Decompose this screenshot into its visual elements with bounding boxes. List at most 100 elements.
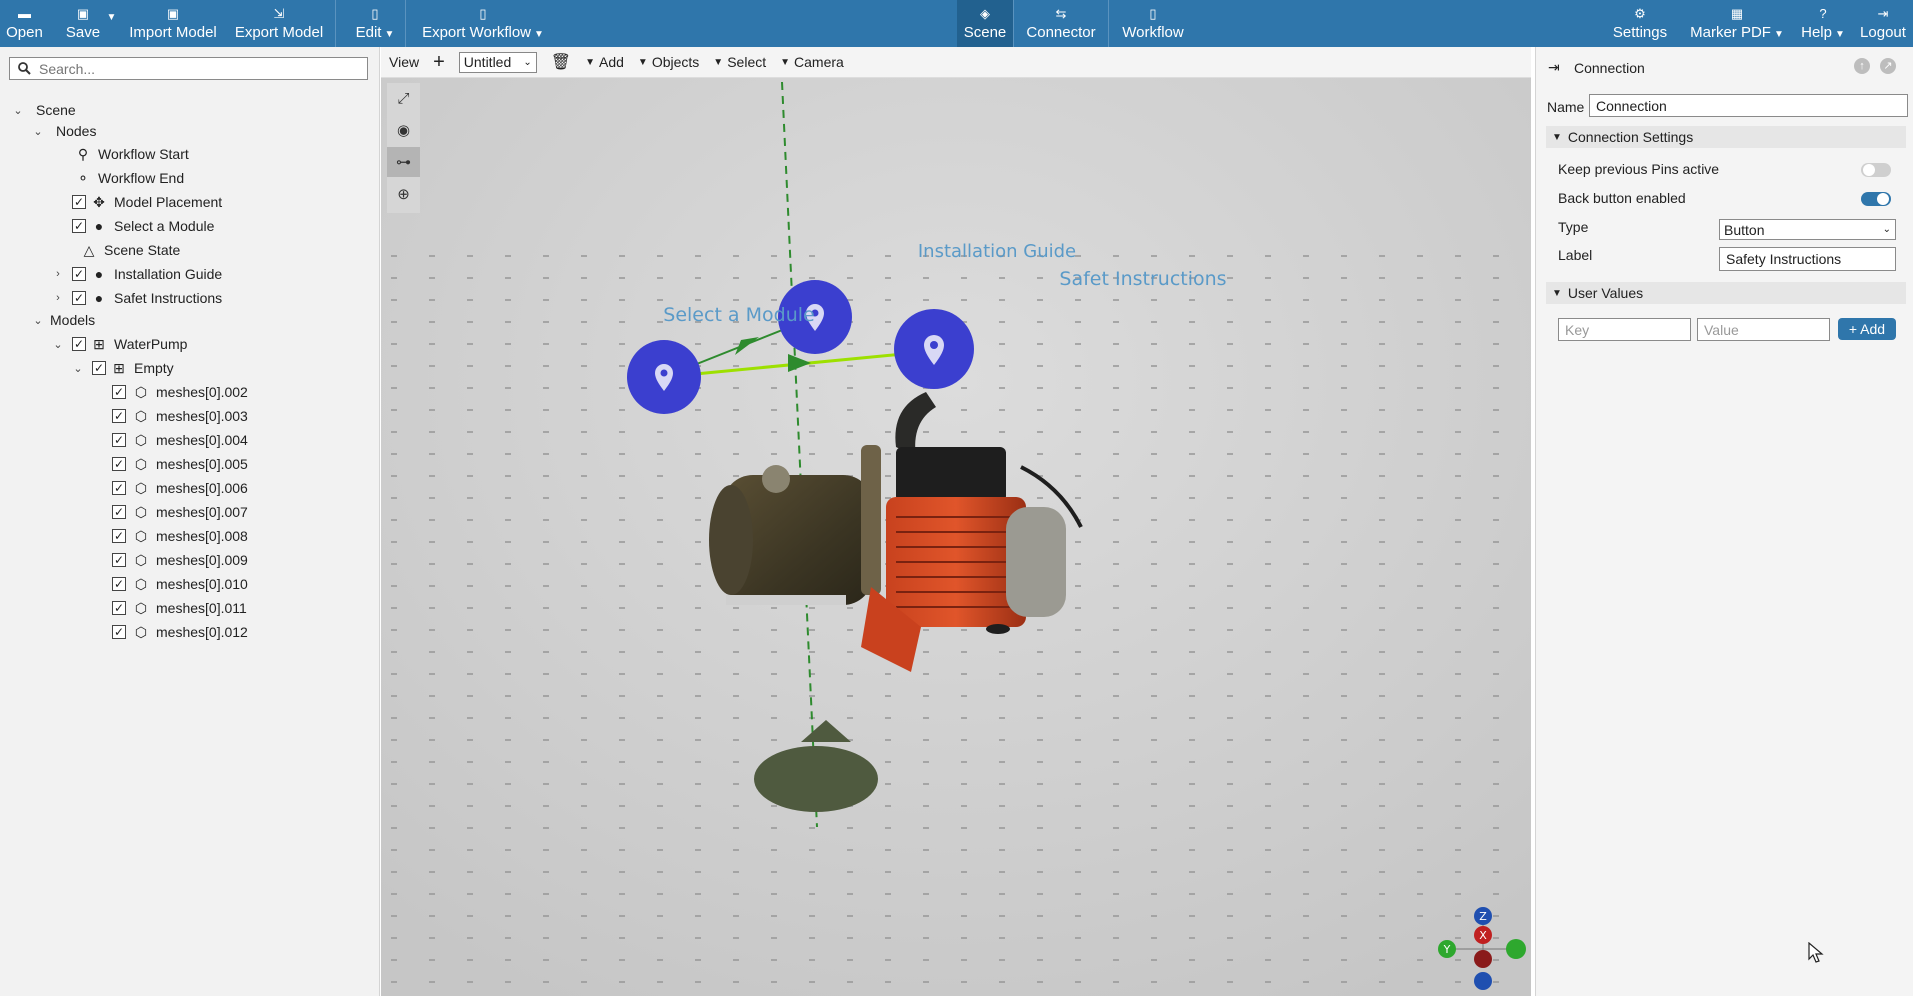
tree-item-mesh[interactable]: ✓ ⬡ meshes[0].011 bbox=[112, 597, 247, 619]
user-values-header[interactable]: ▼ User Values bbox=[1546, 282, 1906, 304]
tree-item-mesh[interactable]: ✓ ⬡ meshes[0].009 bbox=[112, 549, 248, 571]
tab-workflow[interactable]: ▯ Workflow bbox=[1111, 0, 1195, 47]
label-input[interactable] bbox=[1724, 250, 1895, 268]
search-box[interactable] bbox=[9, 57, 368, 80]
checkbox[interactable]: ✓ bbox=[112, 577, 126, 591]
key-field[interactable] bbox=[1558, 318, 1691, 341]
tree-item-mesh[interactable]: ✓ ⬡ meshes[0].010 bbox=[112, 573, 248, 595]
tree-item-mesh[interactable]: ✓ ⬡ meshes[0].008 bbox=[112, 525, 248, 547]
connection-settings-header[interactable]: ▼ Connection Settings bbox=[1546, 126, 1906, 148]
tree-item-workflow-end[interactable]: ⚬ Workflow End bbox=[74, 167, 184, 189]
objects-menu[interactable]: ▼ Objects bbox=[638, 54, 699, 70]
tree-item-empty[interactable]: ⌄ ✓ ⊞ Empty bbox=[72, 357, 173, 379]
chevron-down-icon[interactable]: ⌄ bbox=[32, 125, 44, 138]
marker-pdf-button[interactable]: ▦ Marker PDF ▼ bbox=[1690, 0, 1784, 47]
mesh-cube-icon: ⬡ bbox=[134, 623, 148, 640]
save-button[interactable]: ▣ Save bbox=[63, 0, 103, 47]
tree-item-mesh[interactable]: ✓ ⬡ meshes[0].004 bbox=[112, 429, 248, 451]
tree-label: Workflow Start bbox=[98, 146, 189, 162]
tree-item-mesh[interactable]: ✓ ⬡ meshes[0].006 bbox=[112, 477, 248, 499]
tree-item-waterpump[interactable]: ⌄ ✓ ⊞ WaterPump bbox=[52, 333, 187, 355]
tree-item-installation-guide[interactable]: › ✓ ● Installation Guide bbox=[52, 263, 222, 285]
scene-canvas[interactable]: Select a Module Installation Guide Safet… bbox=[381, 47, 1531, 996]
checkbox[interactable]: ✓ bbox=[112, 625, 126, 639]
tree-item-model-placement[interactable]: ✓ ✥ Model Placement bbox=[72, 191, 222, 213]
goto-icon[interactable]: ↗ bbox=[1880, 58, 1896, 74]
search-input[interactable] bbox=[37, 59, 361, 78]
eye-icon[interactable]: ◉ bbox=[387, 115, 420, 145]
tree-item-models[interactable]: ⌄ Models bbox=[32, 309, 95, 331]
value-field[interactable] bbox=[1697, 318, 1830, 341]
checkbox[interactable]: ✓ bbox=[112, 529, 126, 543]
value-input[interactable] bbox=[1702, 320, 1829, 339]
chevron-down-icon[interactable]: ⌄ bbox=[12, 104, 24, 117]
settings-button[interactable]: ⚙ Settings bbox=[1606, 0, 1674, 47]
chevron-down-icon[interactable]: ⌄ bbox=[32, 314, 44, 327]
select-menu[interactable]: ▼ Select bbox=[713, 54, 766, 70]
checkbox[interactable]: ✓ bbox=[92, 361, 106, 375]
tree-item-safet-instructions[interactable]: › ✓ ● Safet Instructions bbox=[52, 287, 222, 309]
tree-item-mesh[interactable]: ✓ ⬡ meshes[0].007 bbox=[112, 501, 248, 523]
tree-item-workflow-start[interactable]: ⚲ Workflow Start bbox=[74, 143, 189, 165]
key-input[interactable] bbox=[1563, 320, 1690, 339]
checkbox[interactable]: ✓ bbox=[112, 409, 126, 423]
ground-marker[interactable] bbox=[754, 746, 878, 812]
tree-item-mesh[interactable]: ✓ ⬡ meshes[0].003 bbox=[112, 405, 248, 427]
name-field[interactable] bbox=[1589, 94, 1908, 117]
tab-connector[interactable]: ⇆ Connector bbox=[1016, 0, 1106, 47]
chevron-down-icon[interactable]: ⌄ bbox=[72, 362, 84, 375]
crosshair-icon[interactable]: ⊕ bbox=[387, 179, 420, 209]
checkbox[interactable]: ✓ bbox=[72, 267, 86, 281]
checkbox[interactable]: ✓ bbox=[112, 433, 126, 447]
checkbox[interactable]: ✓ bbox=[112, 457, 126, 471]
chevron-right-icon[interactable]: › bbox=[52, 268, 64, 280]
up-arrow-icon[interactable]: ↑ bbox=[1854, 58, 1870, 74]
add-menu[interactable]: ▼ Add bbox=[585, 54, 624, 70]
camera-menu[interactable]: ▼ Camera bbox=[780, 54, 844, 70]
tree-item-select-module[interactable]: ✓ ● Select a Module bbox=[72, 215, 214, 237]
keep-pins-toggle[interactable] bbox=[1861, 163, 1891, 177]
checkbox[interactable]: ✓ bbox=[72, 195, 86, 209]
help-button[interactable]: ? Help ▼ bbox=[1799, 0, 1847, 47]
view-select[interactable]: Untitled ⌄ bbox=[458, 51, 537, 73]
name-label: Name bbox=[1547, 99, 1585, 115]
tree-item-mesh[interactable]: ✓ ⬡ meshes[0].005 bbox=[112, 453, 248, 475]
name-input[interactable] bbox=[1594, 96, 1907, 115]
key-icon[interactable]: ⊶ bbox=[387, 147, 420, 177]
checkbox[interactable]: ✓ bbox=[112, 505, 126, 519]
trash-icon[interactable]: 🗑 bbox=[551, 52, 571, 72]
checkbox[interactable]: ✓ bbox=[112, 385, 126, 399]
pin-select-module[interactable] bbox=[627, 340, 701, 414]
tree-item-scene[interactable]: ⌄ Scene bbox=[12, 99, 75, 121]
logout-button[interactable]: ⇥ Logout bbox=[1857, 0, 1909, 47]
save-dropdown-button[interactable]: ▼ bbox=[103, 0, 117, 47]
checkbox[interactable]: ✓ bbox=[72, 291, 86, 305]
checkbox[interactable]: ✓ bbox=[112, 601, 126, 615]
tree-item-scene-state[interactable]: △ Scene State bbox=[80, 239, 181, 261]
open-button[interactable]: ▬ Open bbox=[6, 0, 43, 47]
label-field[interactable] bbox=[1719, 247, 1896, 271]
tab-scene[interactable]: ◈ Scene bbox=[957, 0, 1013, 47]
back-button-toggle[interactable] bbox=[1861, 192, 1891, 206]
export-workflow-button[interactable]: ▯ Export Workflow ▼ bbox=[422, 0, 544, 47]
pin-safet-instructions[interactable] bbox=[894, 309, 974, 389]
tree-item-nodes[interactable]: ⌄ Nodes bbox=[32, 120, 96, 142]
edit-menu-button[interactable]: ▯ Edit ▼ bbox=[353, 0, 397, 47]
export-model-button[interactable]: ⇲ Export Model bbox=[235, 0, 323, 47]
import-model-button[interactable]: ▣ Import Model bbox=[129, 0, 217, 47]
tree-item-mesh[interactable]: ✓ ⬡ meshes[0].012 bbox=[112, 621, 248, 643]
chevron-right-icon[interactable]: › bbox=[52, 292, 64, 304]
tree-label: meshes[0].005 bbox=[156, 456, 248, 472]
view-menu[interactable]: View bbox=[389, 54, 419, 70]
add-user-value-button[interactable]: + Add bbox=[1838, 318, 1896, 340]
checkbox[interactable]: ✓ bbox=[72, 219, 86, 233]
3d-viewport[interactable]: Select a Module Installation Guide Safet… bbox=[381, 47, 1531, 996]
type-select[interactable]: Button ⌄ bbox=[1719, 219, 1896, 240]
tree-item-mesh[interactable]: ✓ ⬡ meshes[0].002 bbox=[112, 381, 248, 403]
chevron-down-icon[interactable]: ⌄ bbox=[52, 338, 64, 351]
expand-icon[interactable]: ⤢ bbox=[387, 83, 420, 113]
checkbox[interactable]: ✓ bbox=[72, 337, 86, 351]
plus-icon[interactable]: + bbox=[433, 51, 445, 74]
checkbox[interactable]: ✓ bbox=[112, 481, 126, 495]
checkbox[interactable]: ✓ bbox=[112, 553, 126, 567]
